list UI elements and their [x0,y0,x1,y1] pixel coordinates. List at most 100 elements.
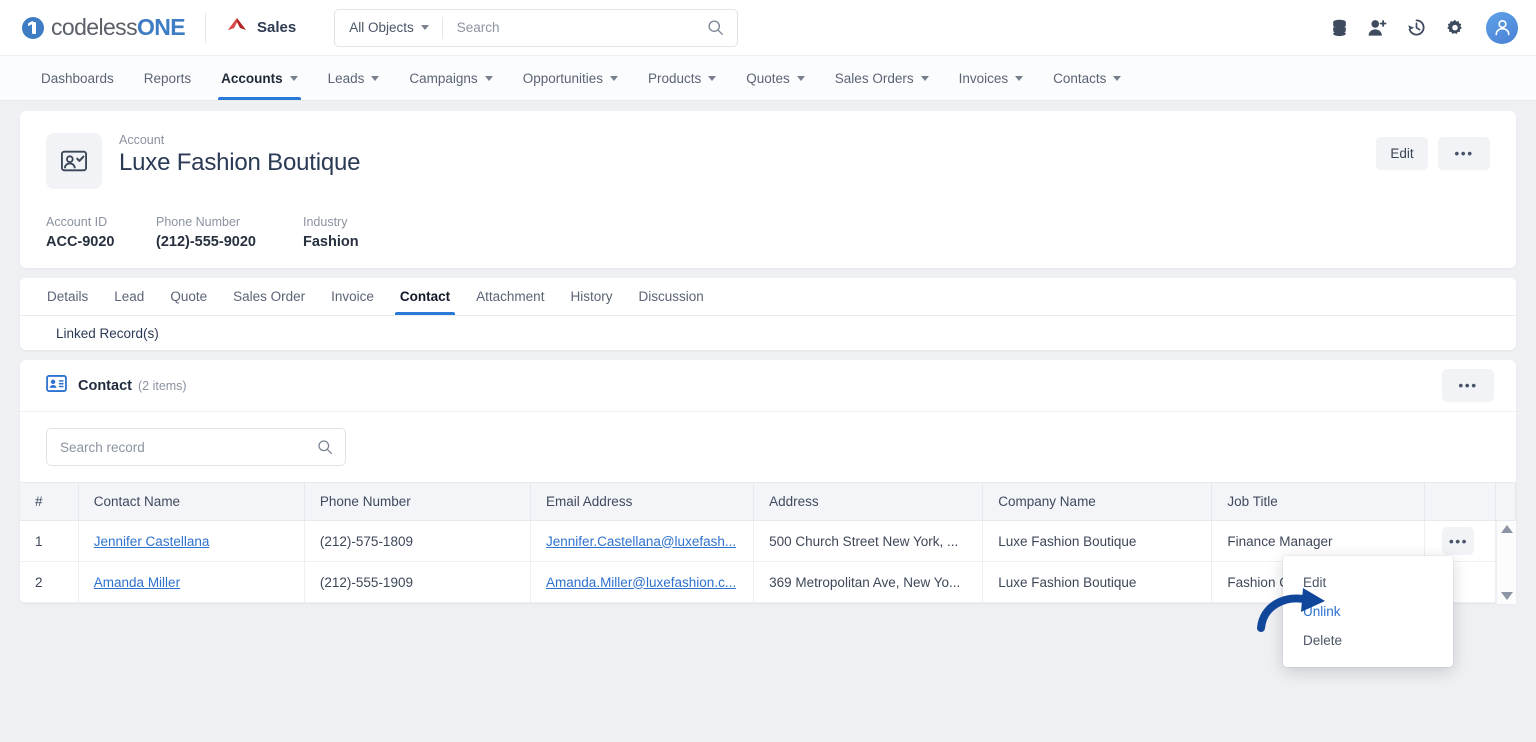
field-label: Phone Number [156,215,241,229]
global-search-bar[interactable]: All Objects [334,8,739,47]
nav-label: Products [647,70,702,86]
contact-section-more-button[interactable]: ••• [1442,369,1494,402]
field-label: Account ID [46,215,108,229]
tab-attachment[interactable]: Attachment [463,278,557,315]
tab-contact[interactable]: Contact [387,278,463,315]
chevron-down-icon [1015,75,1024,81]
nav-label: Sales Orders [834,70,914,86]
nav-item-invoices[interactable]: Invoices [944,56,1039,100]
col-header-phone-number[interactable]: Phone Number [304,482,532,521]
search-icon[interactable] [707,19,737,36]
nav-label: Campaigns [409,70,478,86]
tab-label: Quote [170,289,208,304]
context-menu-item-delete[interactable]: Delete [1283,626,1453,655]
ellipsis-icon: ••• [1448,532,1469,549]
tab-discussion[interactable]: Discussion [625,278,716,315]
app-logo[interactable]: codelessONE [22,14,186,41]
tab-lead[interactable]: Lead [101,278,157,315]
tab-label: Sales Order [233,289,306,304]
field-value: Fashion [303,234,359,250]
col-header-actions [1424,482,1496,521]
context-menu-item-unlink[interactable]: Unlink [1283,597,1453,626]
col-header-contact-name[interactable]: Contact Name [78,482,305,521]
cell-company-name: Luxe Fashion Boutique [982,561,1213,603]
nav-label: Contacts [1053,70,1107,86]
row-more-button[interactable]: ••• [1442,527,1475,555]
tab-history[interactable]: History [557,278,625,315]
edit-button[interactable]: Edit [1376,137,1428,170]
scroll-down-arrow-icon[interactable] [1500,592,1513,600]
app-switcher-sales[interactable]: Sales [226,16,296,39]
cell-address: 369 Metropolitan Ave, New Yo... [753,561,984,603]
chevron-down-icon [371,75,380,81]
col-header-job-title[interactable]: Job Title [1211,482,1426,521]
gear-icon[interactable] [1446,19,1464,37]
nav-item-quotes[interactable]: Quotes [731,56,820,100]
account-header: Account Luxe Fashion Boutique [46,133,1490,189]
tab-label: History [570,289,613,304]
history-icon[interactable] [1407,18,1426,37]
nav-item-sales-orders[interactable]: Sales Orders [820,56,944,100]
contact-name-link[interactable]: Amanda Miller [94,575,180,590]
table-vertical-scrollbar[interactable] [1496,521,1516,604]
nav-item-opportunities[interactable]: Opportunities [508,56,633,100]
nav-label: Dashboards [41,70,114,86]
cell-contact-name: Amanda Miller [78,561,305,603]
object-selector-label: All Objects [349,20,414,35]
scroll-up-arrow-icon[interactable] [1500,525,1513,533]
col-header-number[interactable]: # [20,482,79,521]
page-title: Luxe Fashion Boutique [119,149,361,176]
tab-sales-order[interactable]: Sales Order [220,278,318,315]
context-menu-item-edit[interactable]: Edit [1283,568,1453,597]
sales-app-icon [226,16,248,39]
nav-item-contacts[interactable]: Contacts [1038,56,1136,100]
header-divider [205,12,207,43]
nav-label: Invoices [958,70,1009,86]
global-search-input[interactable] [442,9,708,46]
nav-label: Opportunities [522,70,603,86]
account-kicker: Account [119,133,165,147]
contact-table-head: # Contact Name Phone Number Email Addres… [20,482,1517,521]
contact-section-header: Contact (2 items) ••• [20,360,1516,412]
tab-details[interactable]: Details [34,278,101,315]
tab-label: Invoice [331,289,374,304]
col-header-company-name[interactable]: Company Name [982,482,1213,521]
tab-label: Details [47,289,89,304]
add-user-icon[interactable] [1368,19,1387,37]
nav-item-products[interactable]: Products [633,56,731,100]
col-header-address[interactable]: Address [753,482,984,521]
cell-address: 500 Church Street New York, ... [753,520,984,562]
contact-card-icon [46,374,67,397]
database-icon[interactable] [1331,19,1348,37]
cell-contact-name: Jennifer Castellana [78,520,305,562]
tab-label: Contact [399,289,451,304]
nav-item-reports[interactable]: Reports [129,56,206,100]
nav-item-accounts[interactable]: Accounts [206,56,313,100]
tab-label: Lead [114,289,145,304]
col-header-email-address[interactable]: Email Address [530,482,755,521]
ellipsis-icon: ••• [1454,145,1474,161]
tab-quote[interactable]: Quote [157,278,220,315]
account-more-button[interactable]: ••• [1438,137,1490,170]
search-icon[interactable] [317,439,345,455]
chevron-down-icon [484,75,493,81]
nav-item-leads[interactable]: Leads [313,56,395,100]
email-link[interactable]: Jennifer.Castellana@luxefash... [546,534,736,549]
user-avatar-icon[interactable] [1486,11,1518,44]
contact-section-title: Contact [78,377,132,394]
contact-name-link[interactable]: Jennifer Castellana [94,534,210,549]
email-link[interactable]: Amanda.Miller@luxefashion.c... [546,575,736,590]
col-header-scroll [1495,482,1517,521]
nav-item-dashboards[interactable]: Dashboards [26,56,129,100]
record-search-box[interactable] [46,428,346,466]
account-actions: Edit ••• [1376,137,1490,170]
nav-label: Reports [143,70,192,86]
tab-label: Attachment [476,289,545,304]
object-selector[interactable]: All Objects [335,10,442,46]
chevron-down-icon [289,75,298,81]
chevron-down-icon [796,75,805,81]
contact-item-count: (2 items) [137,378,187,393]
nav-item-campaigns[interactable]: Campaigns [394,56,507,100]
tab-invoice[interactable]: Invoice [318,278,387,315]
search-record-input[interactable] [47,429,317,465]
